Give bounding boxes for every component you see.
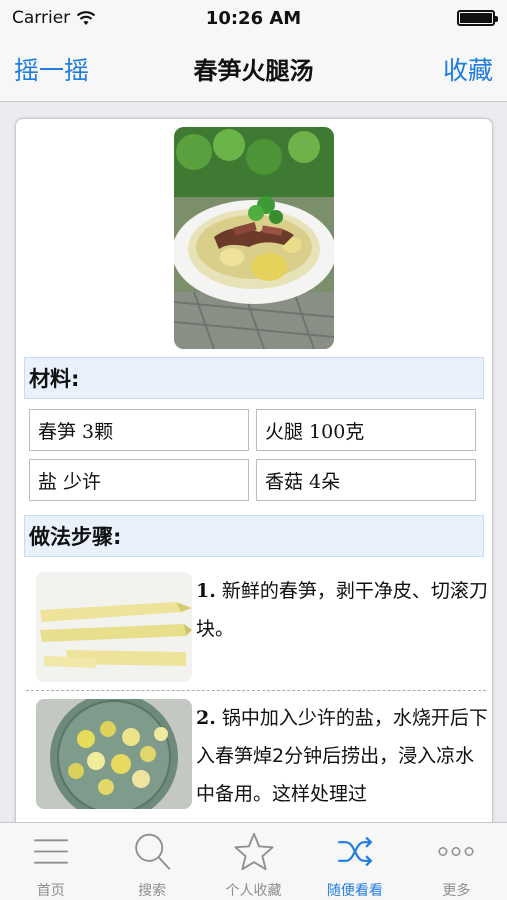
tab-label: 更多 xyxy=(442,883,471,899)
more-icon xyxy=(438,847,474,856)
ingredients-header: 材料: xyxy=(24,357,484,399)
step-text: 2. 锅中加入少许的盐，水烧开后下入春笋焯2分钟后捞出，浸入凉水中备用。这样处理… xyxy=(196,699,491,813)
steps-header: 做法步骤: xyxy=(24,515,484,557)
tab-random[interactable]: 随便看看 xyxy=(304,823,405,900)
step-text: 1. 新鲜的春笋，剥干净皮、切滚刀块。 xyxy=(196,572,491,648)
step-description: 新鲜的春笋，剥干净皮、切滚刀块。 xyxy=(196,580,488,640)
tab-label: 搜索 xyxy=(138,883,167,899)
tab-label: 首页 xyxy=(36,883,65,899)
tab-label: 随便看看 xyxy=(326,883,383,899)
tab-bar: 首页 搜索 个人收藏 随便看看 更多 xyxy=(0,822,507,900)
tab-home[interactable]: 首页 xyxy=(0,823,101,900)
shuffle-icon xyxy=(338,836,373,867)
favorite-button[interactable]: 收藏 xyxy=(443,51,493,87)
tab-favorites[interactable]: 个人收藏 xyxy=(203,823,304,900)
step-divider xyxy=(26,690,486,691)
ingredient-item: 火腿 100克 xyxy=(256,409,476,451)
step-description: 锅中加入少许的盐，水烧开后下入春笋焯2分钟后捞出，浸入凉水中备用。这样处理过 xyxy=(196,707,488,805)
battery-icon xyxy=(457,10,498,26)
recipe-photo xyxy=(174,127,334,349)
menu-icon xyxy=(33,839,68,864)
tab-label: 个人收藏 xyxy=(225,883,282,899)
carrier-label: Carrier xyxy=(12,8,71,28)
status-bar: Carrier 10:26 AM xyxy=(0,0,507,36)
tab-search[interactable]: 搜索 xyxy=(101,823,202,900)
step-number: 2. xyxy=(196,707,216,729)
ingredient-item: 香菇 4朵 xyxy=(256,459,476,501)
star-icon xyxy=(233,832,274,871)
search-icon xyxy=(135,833,171,870)
tab-more[interactable]: 更多 xyxy=(406,823,507,900)
recipe-card: 材料: 春笋 3颗 火腿 100克 盐 少许 香菇 4朵 做法步骤: 1. 新鲜… xyxy=(15,118,493,822)
status-left: Carrier xyxy=(12,8,96,28)
wifi-icon xyxy=(76,11,96,25)
step-number: 1. xyxy=(196,580,216,602)
shake-button[interactable]: 摇一摇 xyxy=(14,51,89,87)
recipe-content[interactable]: 材料: 春笋 3颗 火腿 100克 盐 少许 香菇 4朵 做法步骤: 1. 新鲜… xyxy=(0,102,507,822)
step-photo xyxy=(36,699,192,809)
ingredient-item: 盐 少许 xyxy=(29,459,249,501)
navigation-bar: 摇一摇 春笋火腿汤 收藏 xyxy=(0,36,507,102)
step-photo xyxy=(36,572,192,682)
ingredient-item: 春笋 3颗 xyxy=(29,409,249,451)
